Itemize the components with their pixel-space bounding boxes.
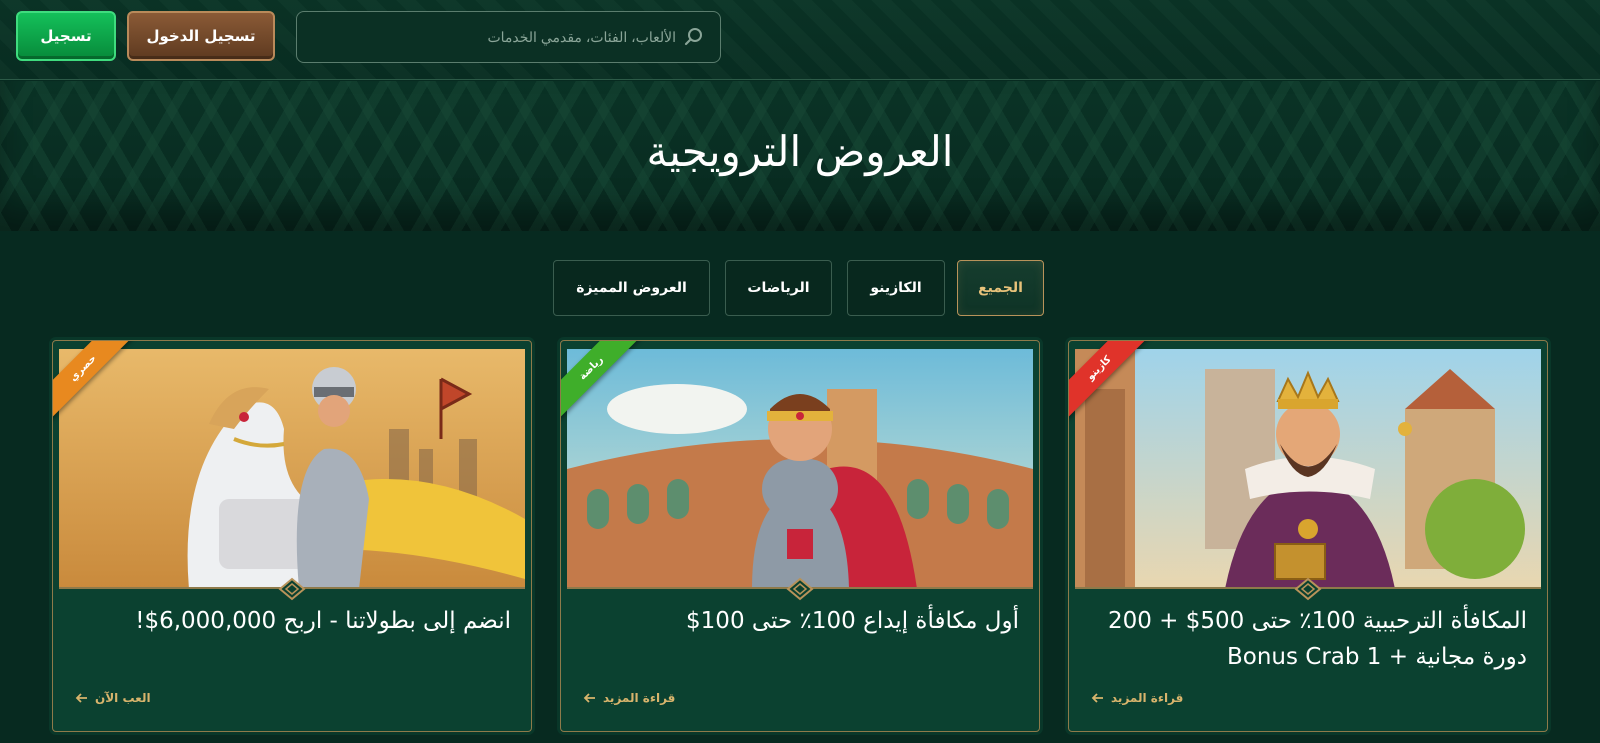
tab-featured-offers[interactable]: العروض المميزة (553, 260, 710, 316)
page-title: العروض الترويجية (646, 127, 954, 176)
arrow-left-icon (75, 691, 89, 705)
card-ornament-icon (1294, 577, 1322, 601)
king-illustration (1075, 349, 1541, 589)
promo-card-sports[interactable]: رياضة أول مكافأة إيداع 100٪ حتى 100$ قرا… (560, 340, 1040, 732)
search-icon[interactable] (684, 27, 704, 47)
card-title: أول مكافأة إيداع 100٪ حتى 100$ (686, 608, 1019, 634)
knight-illustration (59, 349, 525, 589)
search-input[interactable]: الألعاب، الفئات، مقدمي الخدمات (296, 11, 721, 63)
read-more-label: قراءة المزيد (1111, 691, 1184, 705)
tab-all[interactable]: الجميع (957, 260, 1044, 316)
top-header: تسجيل تسجيل الدخول الألعاب، الفئات، مقدم… (0, 0, 1600, 80)
gladiator-illustration (567, 349, 1033, 589)
promo-card-casino[interactable]: كازينو المكافأة الترحيبية 100٪ حتى 500$ … (1068, 340, 1548, 732)
card-ornament-icon (786, 577, 814, 601)
read-more-label: قراءة المزيد (603, 691, 676, 705)
tab-sports[interactable]: الرياضات (725, 260, 832, 316)
register-button[interactable]: تسجيل (16, 11, 116, 61)
search-placeholder: الألعاب، الفئات، مقدمي الخدمات (487, 28, 676, 45)
play-now-link[interactable]: العب الآن (75, 691, 151, 705)
card-title: المكافأة الترحيبية 100٪ حتى 500$ + 200 د… (1107, 608, 1527, 670)
tab-casino[interactable]: الكازينو (847, 260, 945, 316)
read-more-link[interactable]: قراءة المزيد (583, 691, 675, 705)
login-button[interactable]: تسجيل الدخول (127, 11, 275, 61)
promotions-banner: العروض الترويجية (0, 81, 1600, 231)
read-more-link[interactable]: قراءة المزيد (1091, 691, 1183, 705)
promo-card-exclusive[interactable]: حصري انضم إلى بطولاتنا - اربح 6,000,000$… (52, 340, 532, 732)
play-now-label: العب الآن (95, 691, 151, 705)
arrow-left-icon (1091, 691, 1105, 705)
card-title: انضم إلى بطولاتنا - اربح 6,000,000$! (135, 608, 511, 634)
card-ornament-icon (278, 577, 306, 601)
promotion-filter-tabs: الجميع الكازينو الرياضات العروض المميزة (0, 260, 1600, 316)
arrow-left-icon (583, 691, 597, 705)
